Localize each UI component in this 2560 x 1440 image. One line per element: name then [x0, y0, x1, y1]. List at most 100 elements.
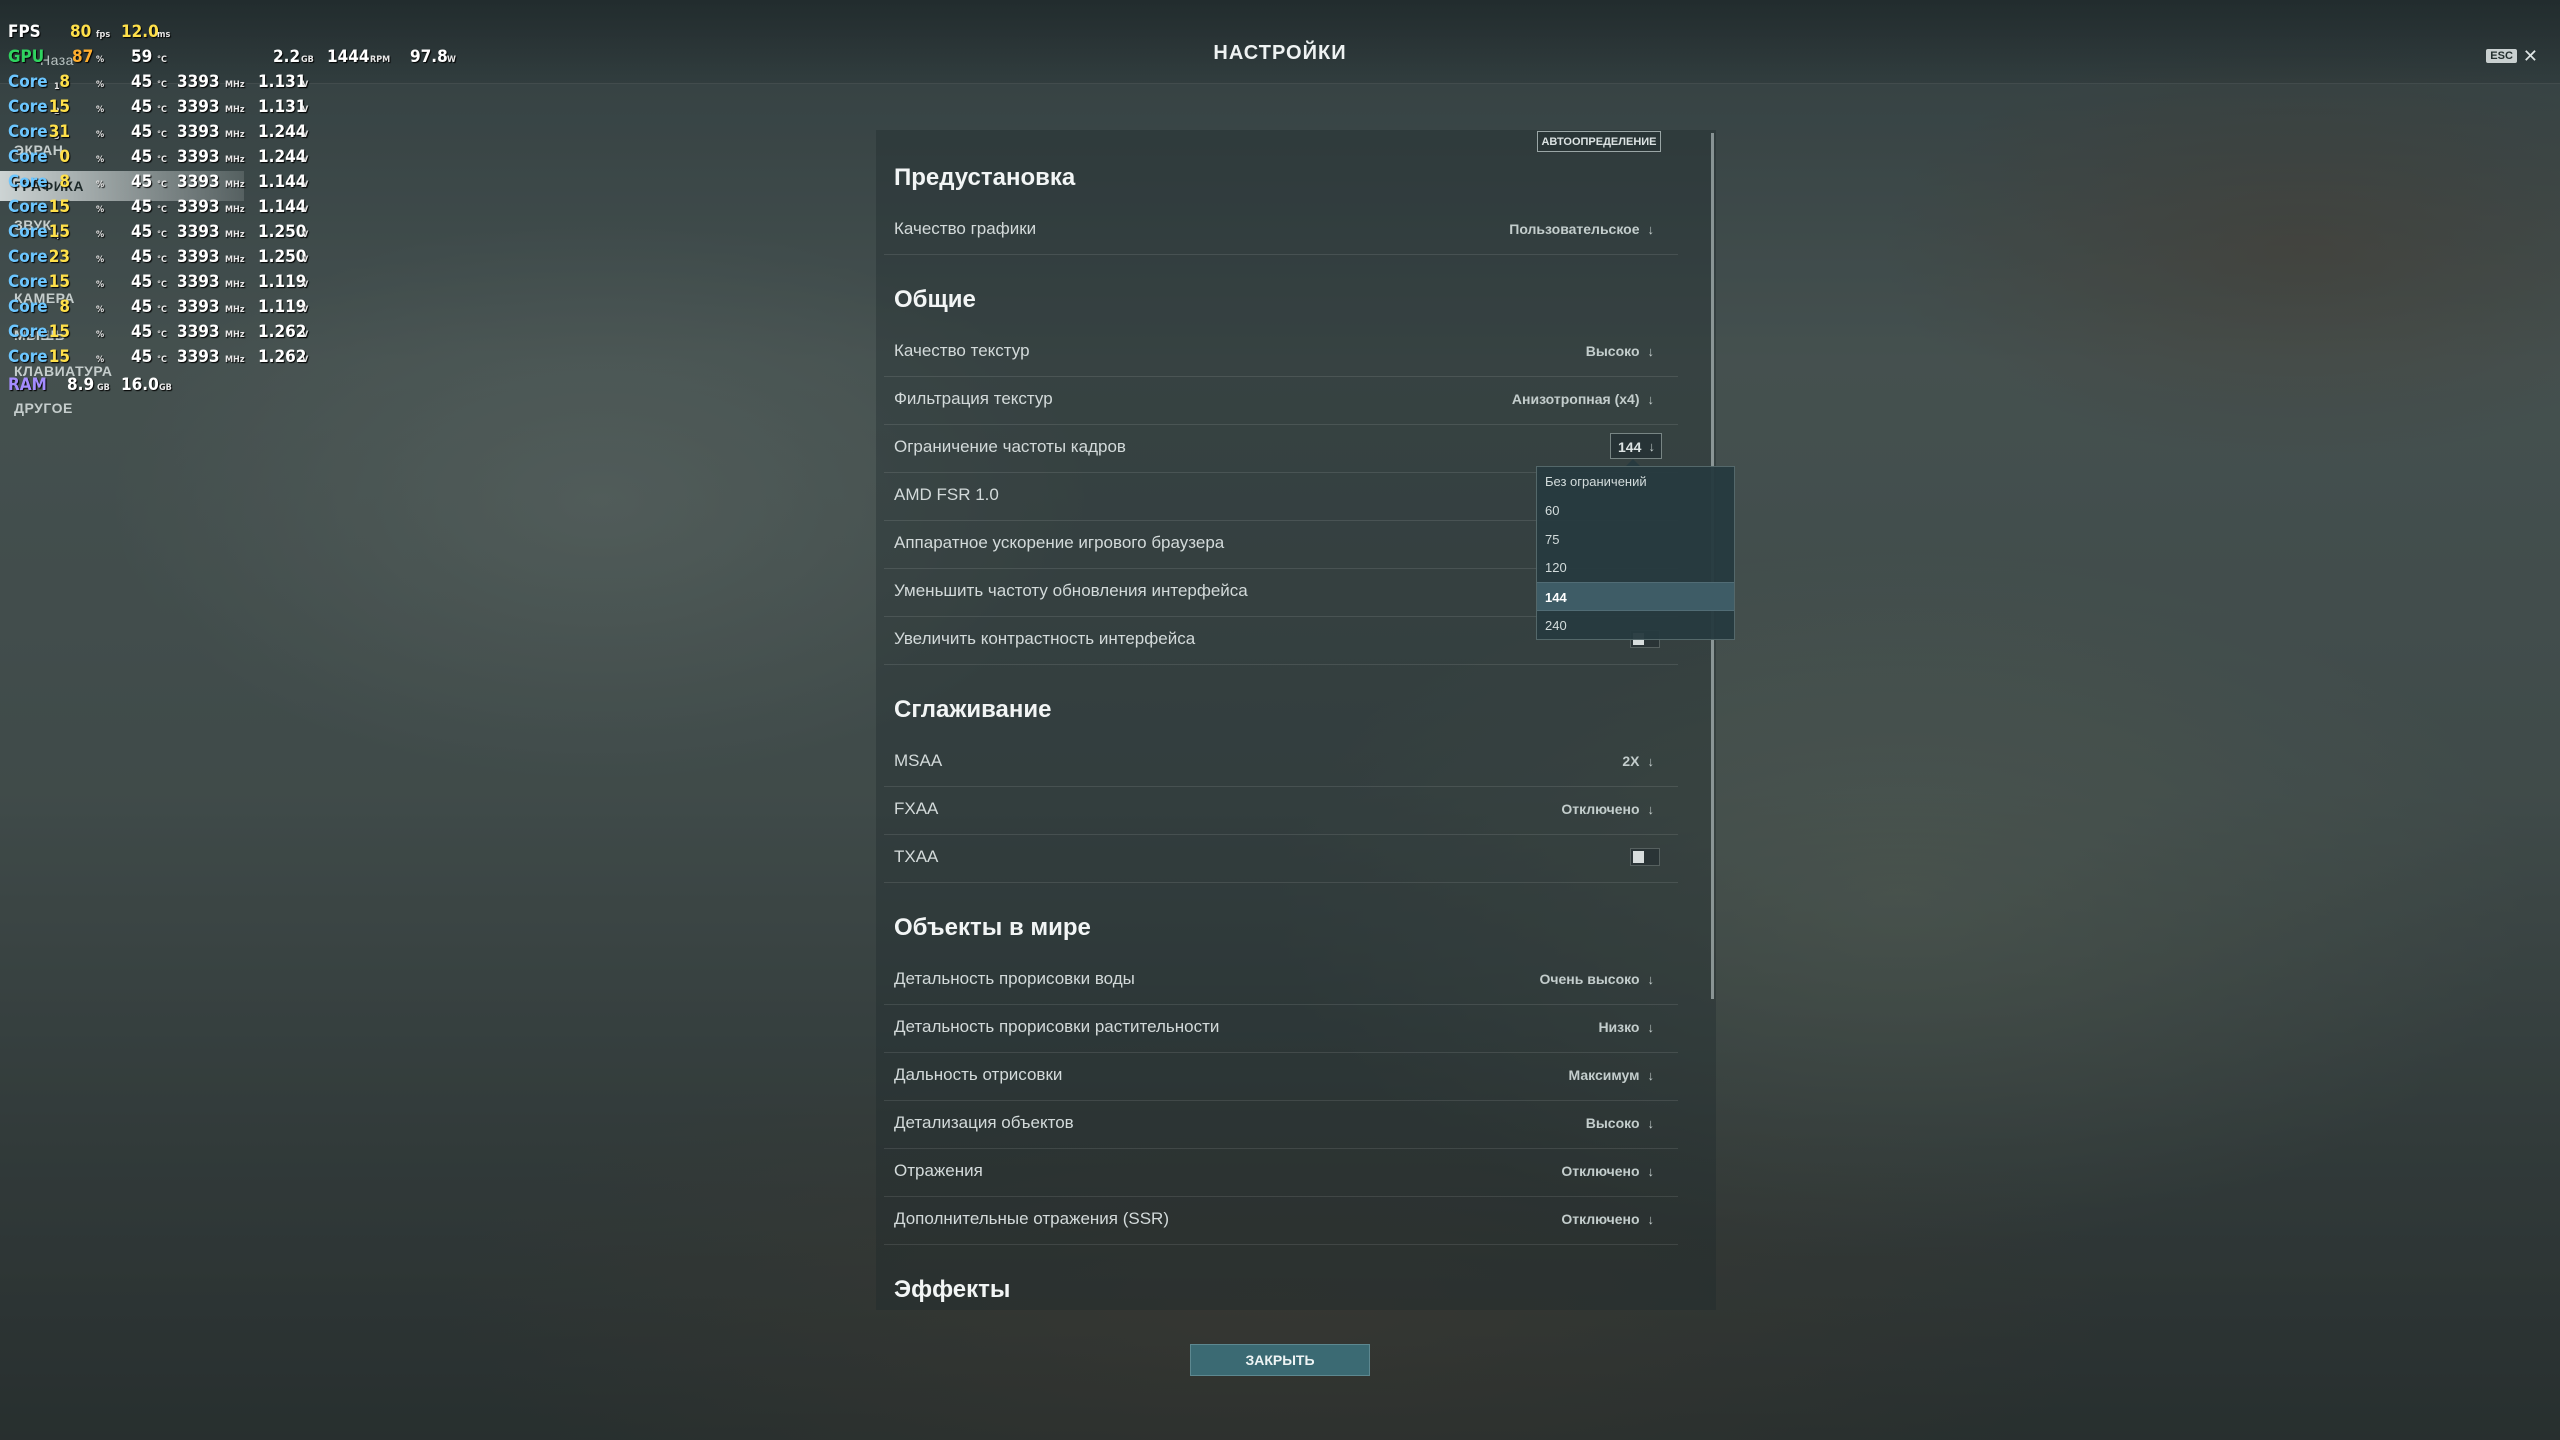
- perf-unit: V: [302, 355, 309, 365]
- section-title-general: Общие: [894, 286, 976, 313]
- dropdown-pointer: [1626, 459, 1640, 466]
- setting-row-txaa[interactable]: TXAA: [884, 834, 1678, 883]
- perf-fps-value: 80: [70, 22, 92, 42]
- perf-core-clock: 3393: [177, 347, 220, 367]
- dropdown-option-120[interactable]: 120: [1537, 553, 1734, 582]
- perf-unit: %: [96, 330, 105, 340]
- perf-label: Core: [8, 97, 48, 117]
- perf-unit: %: [96, 105, 105, 115]
- perf-unit: GB: [159, 383, 172, 393]
- chevron-down-icon: ↓: [1647, 1019, 1655, 1035]
- close-window-button[interactable]: ESC ✕: [2486, 47, 2538, 65]
- perf-unit: MHz: [225, 130, 245, 140]
- perf-core-load: 15: [48, 272, 70, 292]
- perf-row-ram: RAM 8.9 GB 16.0 GB: [0, 375, 460, 400]
- perf-unit: W: [447, 55, 456, 65]
- perf-unit: °C: [157, 355, 167, 365]
- perf-row-core: Core 15% 45 °C 3393 MHz 1.262 V: [0, 347, 460, 372]
- perf-unit: V: [302, 280, 309, 290]
- close-button[interactable]: ЗАКРЫТЬ: [1190, 1344, 1370, 1376]
- perf-gpu-vram: 2.2: [273, 47, 301, 67]
- perf-unit: %: [96, 255, 105, 265]
- auto-detect-button[interactable]: АВТООПРЕДЕЛЕНИЕ: [1537, 131, 1661, 152]
- fps-limit-options-list: Без ограничений 60 75 120 144 240: [1536, 466, 1735, 640]
- perf-unit: °C: [157, 205, 167, 215]
- fps-limit-dropdown[interactable]: 144 ↓: [1610, 433, 1662, 459]
- setting-dropdown[interactable]: Высоко ↓: [1586, 1115, 1654, 1131]
- setting-row-object-detail[interactable]: Детализация объектов Высоко ↓: [884, 1100, 1678, 1149]
- perf-core-temp: 45: [131, 297, 153, 317]
- toggle-switch[interactable]: [1630, 848, 1660, 866]
- setting-dropdown[interactable]: Анизотропная (x4) ↓: [1512, 391, 1654, 407]
- perf-core-voltage: 1.262: [258, 322, 307, 342]
- setting-label: Детальность прорисовки растительности: [894, 1017, 1220, 1036]
- setting-value: 2X: [1622, 753, 1640, 769]
- setting-row-ssr[interactable]: Дополнительные отражения (SSR) Отключено…: [884, 1196, 1678, 1245]
- perf-core-temp: 45: [131, 147, 153, 167]
- perf-unit: V: [302, 230, 309, 240]
- setting-label: Фильтрация текстур: [894, 389, 1053, 408]
- setting-row-texture-quality[interactable]: Качество текстур Высоко ↓: [884, 328, 1678, 377]
- setting-dropdown[interactable]: Отключено ↓: [1561, 1211, 1654, 1227]
- setting-label: Дальность отрисовки: [894, 1065, 1063, 1084]
- setting-dropdown[interactable]: Очень высоко ↓: [1539, 971, 1654, 987]
- perf-unit: MHz: [225, 105, 245, 115]
- chevron-down-icon: ↓: [1647, 753, 1655, 769]
- perf-label: Core: [8, 147, 48, 167]
- perf-label: Core: [8, 222, 48, 242]
- setting-value: Высоко: [1585, 343, 1640, 359]
- setting-label: TXAA: [894, 847, 939, 866]
- perf-core-load: 15: [48, 97, 70, 117]
- setting-row-vegetation-detail[interactable]: Детальность прорисовки растительности Ни…: [884, 1004, 1678, 1053]
- setting-row-msaa[interactable]: MSAA 2X ↓: [884, 738, 1678, 787]
- setting-dropdown[interactable]: Отключено ↓: [1561, 801, 1654, 817]
- section-title-effects: Эффекты: [894, 1276, 1011, 1303]
- setting-dropdown[interactable]: Максимум ↓: [1569, 1067, 1654, 1083]
- setting-dropdown[interactable]: Пользовательское ↓: [1509, 221, 1654, 237]
- perf-unit: V: [302, 105, 309, 115]
- perf-label: RAM: [8, 375, 47, 395]
- setting-label: Аппаратное ускорение игрового браузера: [894, 533, 1225, 552]
- fps-limit-value: 144: [1618, 439, 1642, 455]
- perf-core-load: 15: [48, 322, 70, 342]
- perf-gpu-load: 87: [72, 47, 94, 67]
- setting-row-fxaa[interactable]: FXAA Отключено ↓: [884, 786, 1678, 835]
- perf-core-load: 23: [48, 247, 70, 267]
- chevron-down-icon: ↓: [1647, 1115, 1655, 1131]
- setting-dropdown[interactable]: Отключено ↓: [1561, 1163, 1654, 1179]
- setting-dropdown[interactable]: Низко ↓: [1598, 1019, 1654, 1035]
- perf-row-gpu: GPU 87 % 59 °C 2.2 GB 1444 RPM 97.8 W: [0, 47, 460, 72]
- dropdown-option-75[interactable]: 75: [1537, 525, 1734, 554]
- perf-label: Core: [8, 172, 48, 192]
- setting-label: Детальность прорисовки воды: [894, 969, 1135, 988]
- setting-row-graphics-quality[interactable]: Качество графики Пользовательское ↓: [884, 206, 1678, 255]
- perf-core-voltage: 1.244: [258, 122, 307, 142]
- dropdown-option-240[interactable]: 240: [1537, 611, 1734, 640]
- perf-unit: V: [302, 330, 309, 340]
- setting-row-water-detail[interactable]: Детальность прорисовки воды Очень высоко…: [884, 956, 1678, 1005]
- perf-row-core: Core 0% 45 °C 3393 MHz 1.244 V: [0, 147, 460, 172]
- setting-dropdown[interactable]: Высоко ↓: [1586, 343, 1654, 359]
- setting-dropdown[interactable]: 2X ↓: [1622, 753, 1654, 769]
- setting-row-reflections[interactable]: Отражения Отключено ↓: [884, 1148, 1678, 1197]
- setting-row-texture-filtering[interactable]: Фильтрация текстур Анизотропная (x4) ↓: [884, 376, 1678, 425]
- perf-core-clock: 3393: [177, 247, 220, 267]
- perf-unit: %: [96, 280, 105, 290]
- perf-core-load: 31: [48, 122, 70, 142]
- perf-core-voltage: 1.144: [258, 172, 307, 192]
- dropdown-option-60[interactable]: 60: [1537, 496, 1734, 525]
- setting-value: Низко: [1598, 1019, 1640, 1035]
- perf-core-load: 15: [48, 222, 70, 242]
- perf-core-voltage: 1.250: [258, 247, 307, 267]
- perf-unit: °C: [157, 330, 167, 340]
- chevron-down-icon: ↓: [1647, 801, 1655, 817]
- dropdown-option-unlimited[interactable]: Без ограничений: [1537, 467, 1734, 496]
- perf-core-clock: 3393: [177, 222, 220, 242]
- perf-core-clock: 3393: [177, 72, 220, 92]
- dropdown-option-144[interactable]: 144: [1537, 582, 1734, 611]
- setting-label: Отражения: [894, 1161, 983, 1180]
- perf-unit: %: [96, 305, 105, 315]
- setting-row-draw-distance[interactable]: Дальность отрисовки Максимум ↓: [884, 1052, 1678, 1101]
- side-nav-item-other[interactable]: ДРУГОЕ: [14, 400, 73, 416]
- chevron-down-icon: ↓: [1647, 391, 1655, 407]
